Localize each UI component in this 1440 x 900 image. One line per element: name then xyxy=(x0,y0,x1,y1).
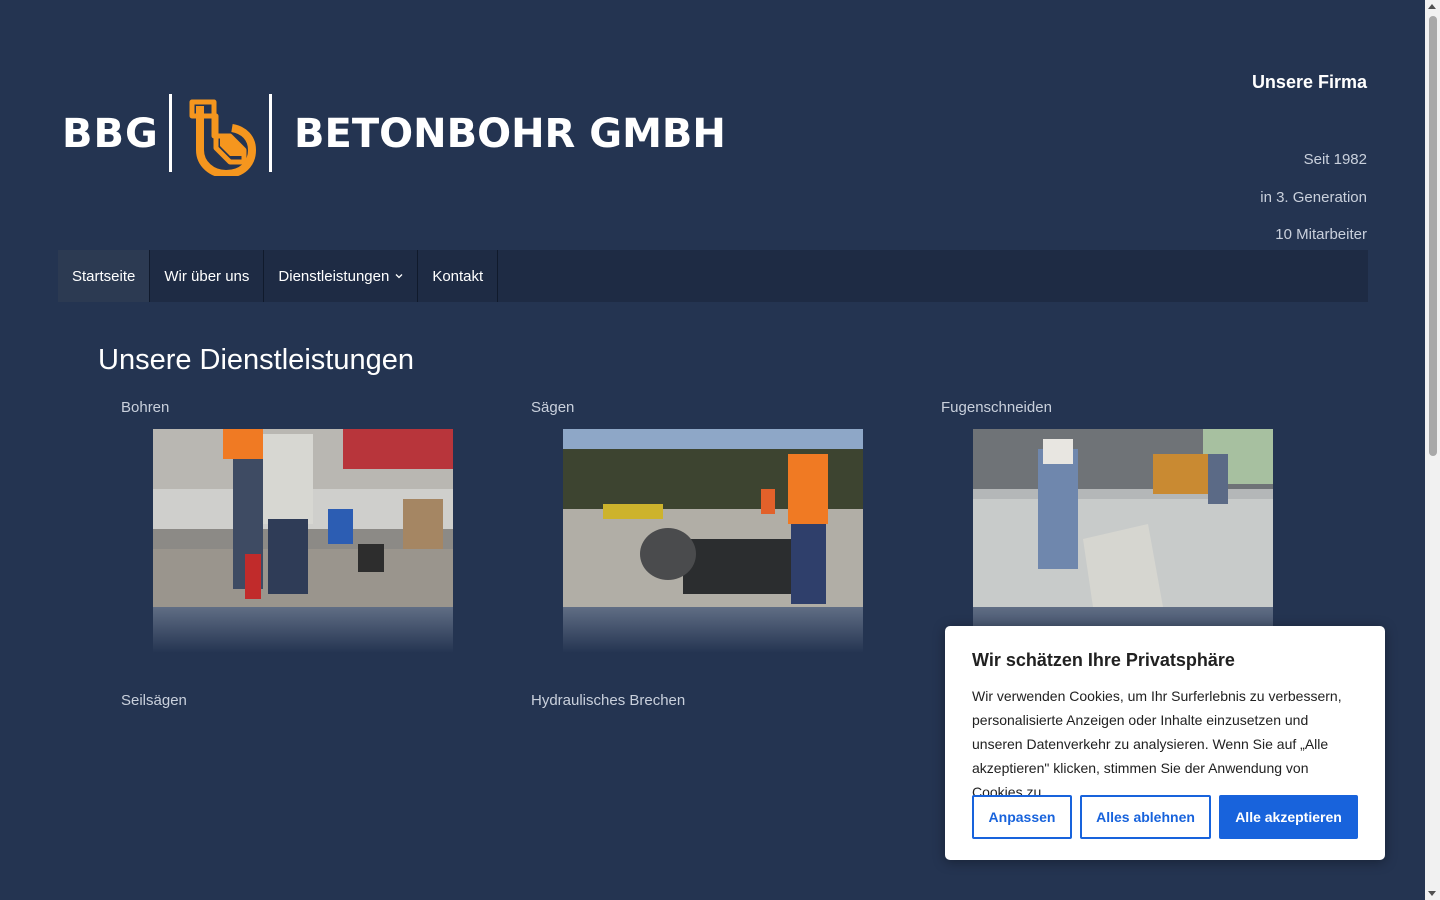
page-scrollbar[interactable] xyxy=(1425,0,1440,900)
service-photo[interactable] xyxy=(563,429,863,607)
service-label[interactable]: Hydraulisches Brechen xyxy=(531,692,685,709)
photo-reflection xyxy=(563,607,863,653)
service-label[interactable]: Fugenschneiden xyxy=(941,399,1052,416)
service-card-saegen[interactable]: Sägen xyxy=(531,399,891,659)
reject-all-button[interactable]: Alles ablehnen xyxy=(1080,795,1211,839)
cookie-title: Wir schätzen Ihre Privatsphäre xyxy=(972,650,1235,670)
service-photo[interactable] xyxy=(973,429,1273,607)
logo-divider xyxy=(169,94,172,172)
customize-button[interactable]: Anpassen xyxy=(972,795,1072,839)
logo-abbreviation: BBG xyxy=(62,111,159,157)
logo-mark-icon xyxy=(189,99,257,176)
service-card-fugenschneiden[interactable]: Fugenschneiden xyxy=(941,399,1301,653)
service-label[interactable]: Bohren xyxy=(121,399,169,416)
nav-item-kontakt[interactable]: Kontakt xyxy=(418,250,499,302)
firm-fact: Seit 1982 xyxy=(1303,151,1367,168)
nav-item-label: Kontakt xyxy=(432,267,484,285)
logo-company-name: BETONBOHR GMBH xyxy=(294,111,726,157)
accept-all-button[interactable]: Alle akzeptieren xyxy=(1219,795,1358,839)
firm-fact: in 3. Generation xyxy=(1260,188,1367,206)
service-card-bohren[interactable]: Bohren xyxy=(121,399,481,659)
firm-facts: Seit 1982 in 3. Generation 10 Mitarbeite… xyxy=(1260,151,1367,264)
cookie-text: Wir verwenden Cookies, um Ihr Surferlebn… xyxy=(972,688,1342,800)
cookie-buttons: Anpassen Alles ablehnen Alle akzeptieren xyxy=(972,795,1358,839)
firm-fact: 10 Mitarbeiter xyxy=(1275,226,1367,243)
cookie-consent-dialog: Wir schätzen Ihre Privatsphäre Wir verwe… xyxy=(945,626,1385,860)
nav-item-label: Wir über uns xyxy=(164,267,250,285)
firm-title: Unsere Firma xyxy=(1251,72,1367,92)
nav-item-dienstleistungen[interactable]: Dienstleistungen xyxy=(264,250,419,302)
photo-reflection xyxy=(153,607,453,653)
nav-item-startseite[interactable]: Startseite xyxy=(58,250,151,302)
page-title: Unsere Dienstleistungen xyxy=(98,344,414,376)
service-label[interactable]: Sägen xyxy=(531,399,574,416)
chevron-down-icon xyxy=(395,274,403,279)
nav-item-label: Startseite xyxy=(72,267,136,285)
service-card-hydraulisches-brechen[interactable]: Hydraulisches Brechen xyxy=(531,692,891,722)
service-label[interactable]: Seilsägen xyxy=(121,692,187,709)
service-photo[interactable] xyxy=(153,429,453,607)
scroll-up-icon[interactable] xyxy=(1428,4,1436,9)
main-navigation: Startseite Wir über uns Dienstleistungen… xyxy=(58,250,1368,302)
scroll-down-icon[interactable] xyxy=(1428,891,1436,896)
logo-divider xyxy=(269,94,272,172)
service-card-seilsaegen[interactable]: Seilsägen xyxy=(121,692,481,722)
nav-item-wir-ueber-uns[interactable]: Wir über uns xyxy=(150,250,265,302)
nav-item-label: Dienstleistungen xyxy=(278,267,390,285)
scroll-thumb[interactable] xyxy=(1429,16,1437,456)
